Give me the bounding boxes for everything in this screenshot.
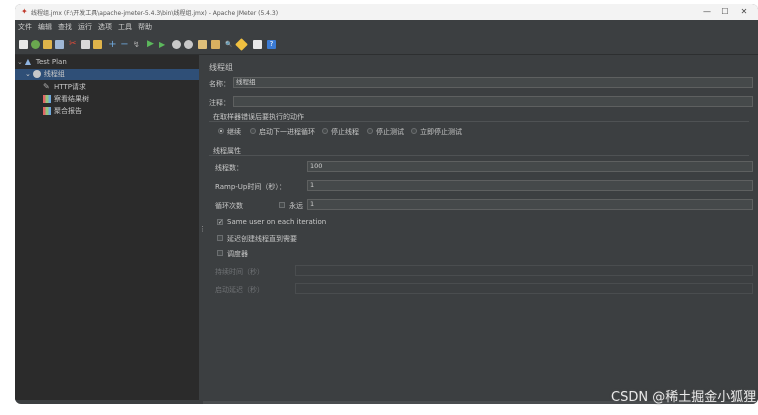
tree-item-http-request[interactable]: ✎ HTTP请求: [43, 82, 193, 93]
tree-item-label: 线程组: [43, 70, 65, 78]
toolbar: ✂ + − ↯ ▶ ▶ 🔍 ?: [15, 34, 758, 55]
close-button[interactable]: ✕: [734, 6, 754, 18]
loop-count-field[interactable]: 1: [307, 199, 753, 210]
forever-label: 永远: [289, 202, 303, 210]
title-bar: ✦ 线程组.jmx (F:\开发工具\apache-jmeter-5.4.3\b…: [15, 4, 758, 20]
radio-stop-test-now-label: 立即停止测试: [420, 128, 462, 136]
shutdown-icon[interactable]: [184, 40, 193, 49]
maximize-button[interactable]: ☐: [715, 6, 735, 18]
toggle-icon[interactable]: ↯: [133, 40, 142, 49]
page-title: 线程组: [209, 63, 233, 72]
comment-label: 注释：: [209, 99, 230, 107]
rampup-label: Ramp-Up时间（秒）：: [215, 183, 286, 191]
menu-bar: 文件 编辑 查找 运行 选项 工具 帮助: [15, 21, 758, 33]
delay-thread-creation-label: 延迟创建线程直到需要: [227, 235, 297, 243]
test-plan-icon: ▲: [24, 57, 32, 66]
aggregate-report-icon: [43, 107, 51, 115]
clear-icon[interactable]: [198, 40, 207, 49]
start-no-pause-icon[interactable]: ▶: [159, 40, 168, 49]
radio-stop-test-now[interactable]: [411, 128, 417, 134]
radio-stop-thread-label: 停止线程: [331, 128, 359, 136]
radio-start-next-loop[interactable]: [250, 128, 256, 134]
thread-group-panel: 线程组 名称： 线程组 注释： 在取样器错误后要执行的动作 继续 启动下一进程循…: [203, 55, 758, 400]
test-plan-tree: ⌄ ▲ Test Plan ⌄ 线程组 ✎ HTTP请求 察看结果树 聚合报告: [15, 55, 199, 400]
tree-item-aggregate-report[interactable]: 聚合报告: [43, 106, 193, 117]
radio-stop-test[interactable]: [367, 128, 373, 134]
minimize-button[interactable]: —: [697, 6, 717, 18]
tree-item-label: 察看结果树: [54, 95, 89, 103]
tree-item-label: Test Plan: [35, 58, 67, 66]
scheduler-checkbox[interactable]: [217, 250, 223, 256]
menu-tools[interactable]: 工具: [115, 21, 135, 33]
radio-stop-thread[interactable]: [322, 128, 328, 134]
templates-icon[interactable]: [31, 40, 40, 49]
menu-help[interactable]: 帮助: [135, 21, 155, 33]
function-helper-icon[interactable]: [253, 40, 262, 49]
duration-field[interactable]: [295, 265, 753, 276]
clear-all-icon[interactable]: [211, 40, 220, 49]
menu-edit[interactable]: 编辑: [35, 21, 55, 33]
name-field[interactable]: 线程组: [233, 77, 753, 88]
tree-item-results-tree[interactable]: 察看结果树: [43, 94, 193, 105]
threads-field[interactable]: 100: [307, 161, 753, 172]
divider: [209, 155, 749, 156]
duration-label: 持续时间（秒）: [215, 268, 264, 276]
window-title: 线程组.jmx (F:\开发工具\apache-jmeter-5.4.3\bin…: [31, 10, 279, 17]
delay-thread-creation-checkbox[interactable]: [217, 235, 223, 241]
tree-item-label: HTTP请求: [54, 83, 86, 91]
watermark: CSDN @稀土掘金小狐狸: [611, 390, 757, 405]
jmeter-window: ✦ 线程组.jmx (F:\开发工具\apache-jmeter-5.4.3\b…: [15, 4, 758, 404]
tree-item-label: 聚合报告: [54, 107, 82, 115]
loop-count-label: 循环次数: [215, 202, 243, 210]
start-icon[interactable]: ▶: [147, 40, 156, 49]
collapse-icon[interactable]: −: [120, 40, 129, 50]
expand-icon[interactable]: +: [108, 40, 117, 50]
forever-checkbox[interactable]: [279, 202, 285, 208]
open-icon[interactable]: [43, 40, 52, 49]
tree-item-test-plan[interactable]: ⌄ ▲ Test Plan: [17, 57, 197, 68]
reset-search-icon[interactable]: [235, 38, 248, 51]
http-sampler-icon: ✎: [43, 82, 50, 91]
stop-icon[interactable]: [172, 40, 181, 49]
menu-search[interactable]: 查找: [55, 21, 75, 33]
name-label: 名称：: [209, 80, 230, 88]
new-icon[interactable]: [19, 40, 28, 49]
scheduler-label: 调度器: [227, 250, 248, 258]
startup-delay-field[interactable]: [295, 283, 753, 294]
chevron-down-icon[interactable]: ⌄: [17, 58, 23, 66]
help-icon[interactable]: ?: [267, 40, 276, 49]
same-user-label: Same user on each iteration: [227, 218, 327, 226]
threads-label: 线程数：: [215, 164, 243, 172]
copy-icon[interactable]: [81, 40, 90, 49]
radio-continue[interactable]: [218, 128, 224, 134]
radio-start-next-loop-label: 启动下一进程循环: [259, 128, 315, 136]
menu-run[interactable]: 运行: [75, 21, 95, 33]
results-tree-icon: [43, 95, 51, 103]
radio-continue-label: 继续: [227, 128, 241, 136]
radio-stop-test-label: 停止测试: [376, 128, 404, 136]
search-icon[interactable]: 🔍: [225, 40, 234, 49]
divider: [209, 121, 749, 122]
jmeter-feather-icon: ✦: [21, 7, 28, 16]
comment-field[interactable]: [233, 96, 753, 107]
save-icon[interactable]: [55, 40, 64, 49]
same-user-checkbox[interactable]: ✓: [217, 219, 223, 226]
thread-group-icon: [32, 70, 41, 78]
cut-icon[interactable]: ✂: [69, 40, 78, 49]
rampup-field[interactable]: 1: [307, 180, 753, 191]
menu-file[interactable]: 文件: [15, 21, 35, 33]
chevron-down-icon[interactable]: ⌄: [25, 70, 31, 78]
menu-options[interactable]: 选项: [95, 21, 115, 33]
paste-icon[interactable]: [93, 40, 102, 49]
tree-item-thread-group[interactable]: ⌄ 线程组: [15, 69, 199, 80]
startup-delay-label: 启动延迟（秒）: [215, 286, 264, 294]
